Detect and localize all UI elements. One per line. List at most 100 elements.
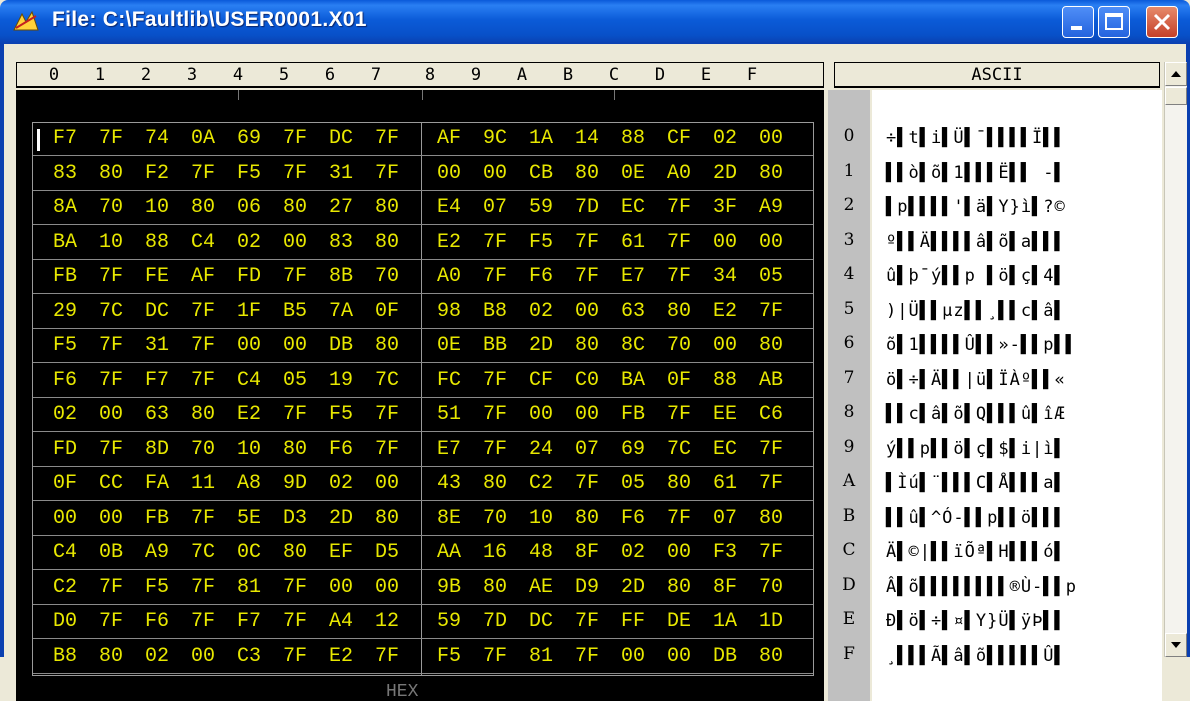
ascii-row[interactable]: Ä▌©|▌▌ïÕª▌H▌▌▌ó▌ [886, 542, 1066, 562]
hex-byte-cell[interactable]: 1D [747, 610, 795, 633]
hex-byte-cell[interactable]: C4 [225, 369, 273, 392]
hex-byte-cell[interactable]: 80 [655, 472, 703, 495]
hex-byte-cell[interactable]: 7F [363, 403, 411, 426]
hex-byte-cell[interactable]: 7F [271, 127, 319, 150]
hex-byte-cell[interactable]: 00 [701, 231, 749, 254]
hex-byte-cell[interactable]: 83 [317, 231, 365, 254]
hex-byte-cell[interactable]: 02 [133, 645, 181, 668]
hex-byte-cell[interactable]: DB [317, 334, 365, 357]
hex-byte-cell[interactable]: F5 [517, 231, 565, 254]
hex-byte-cell[interactable]: 1A [701, 610, 749, 633]
hex-byte-cell[interactable]: 88 [701, 369, 749, 392]
hex-byte-cell[interactable]: E2 [225, 403, 273, 426]
ascii-row[interactable]: ¸▌▌▌Ã▌â▌õ▌▌▌▌▌Û▌ [886, 646, 1066, 666]
hex-byte-cell[interactable]: 7C [363, 369, 411, 392]
hex-byte-cell[interactable]: 43 [425, 472, 473, 495]
hex-byte-cell[interactable]: 7F [363, 162, 411, 185]
hex-byte-cell[interactable]: 7D [471, 610, 519, 633]
hex-byte-cell[interactable]: F5 [225, 162, 273, 185]
hex-byte-cell[interactable]: 7F [271, 265, 319, 288]
hex-byte-cell[interactable]: 80 [179, 403, 227, 426]
hex-byte-cell[interactable]: 80 [563, 334, 611, 357]
hex-byte-cell[interactable]: 02 [225, 231, 273, 254]
hex-byte-cell[interactable]: 80 [271, 196, 319, 219]
hex-byte-cell[interactable]: 88 [609, 127, 657, 150]
hex-byte-cell[interactable]: 7F [87, 576, 135, 599]
hex-byte-cell[interactable]: E4 [425, 196, 473, 219]
ascii-row[interactable]: ý▌▌p▌▌ö▌ç▌$▌i|ì▌ [886, 439, 1066, 459]
hex-byte-cell[interactable]: 07 [471, 196, 519, 219]
hex-byte-cell[interactable]: 00 [317, 576, 365, 599]
hex-byte-cell[interactable]: 00 [363, 472, 411, 495]
vertical-scrollbar[interactable] [1164, 62, 1187, 657]
hex-byte-cell[interactable]: 61 [609, 231, 657, 254]
hex-byte-cell[interactable]: 8A [41, 196, 89, 219]
hex-byte-cell[interactable]: 7F [179, 369, 227, 392]
hex-byte-cell[interactable]: 0A [179, 127, 227, 150]
hex-byte-cell[interactable]: F5 [133, 576, 181, 599]
hex-byte-cell[interactable]: 81 [225, 576, 273, 599]
hex-byte-cell[interactable]: 80 [655, 576, 703, 599]
hex-byte-cell[interactable]: 0C [225, 541, 273, 564]
hex-byte-cell[interactable]: 00 [363, 576, 411, 599]
hex-byte-cell[interactable]: 05 [747, 265, 795, 288]
hex-byte-cell[interactable]: 1F [225, 300, 273, 323]
hex-byte-cell[interactable]: 5E [225, 507, 273, 530]
hex-byte-cell[interactable]: 02 [517, 300, 565, 323]
hex-byte-cell[interactable]: 8F [563, 541, 611, 564]
hex-byte-cell[interactable]: 80 [363, 507, 411, 530]
hex-byte-cell[interactable]: A8 [225, 472, 273, 495]
hex-byte-cell[interactable]: 7C [179, 541, 227, 564]
hex-byte-cell[interactable]: 7F [363, 127, 411, 150]
hex-byte-cell[interactable]: F6 [133, 610, 181, 633]
ascii-row[interactable]: º▌▌Ä▌▌▌▌â▌õ▌a▌▌▌ [886, 232, 1066, 252]
hex-byte-cell[interactable]: 80 [747, 162, 795, 185]
hex-byte-cell[interactable]: 34 [701, 265, 749, 288]
hex-byte-cell[interactable]: FB [609, 403, 657, 426]
close-button[interactable] [1146, 6, 1178, 38]
ascii-row[interactable]: Â▌õ▌▌▌▌▌▌▌▌®Ù-▌▌p [886, 577, 1077, 597]
hex-byte-cell[interactable]: 7F [179, 610, 227, 633]
hex-byte-cell[interactable]: 80 [747, 334, 795, 357]
hex-byte-cell[interactable]: 7F [655, 403, 703, 426]
hex-byte-cell[interactable]: 27 [317, 196, 365, 219]
hex-byte-cell[interactable]: 00 [747, 127, 795, 150]
hex-byte-cell[interactable]: 7F [563, 472, 611, 495]
hex-byte-cell[interactable]: 16 [471, 541, 519, 564]
hex-byte-cell[interactable]: F6 [41, 369, 89, 392]
hex-byte-cell[interactable]: E7 [425, 438, 473, 461]
hex-byte-cell[interactable]: 7D [563, 196, 611, 219]
hex-byte-cell[interactable]: 12 [363, 610, 411, 633]
hex-byte-cell[interactable]: EE [701, 403, 749, 426]
hex-byte-cell[interactable]: 9D [271, 472, 319, 495]
scroll-thumb[interactable] [1165, 87, 1187, 105]
hex-byte-cell[interactable]: 7F [87, 369, 135, 392]
minimize-button[interactable] [1062, 6, 1094, 38]
hex-byte-cell[interactable]: FB [133, 507, 181, 530]
hex-byte-cell[interactable]: 70 [87, 196, 135, 219]
ascii-row[interactable]: ▌▌û▌^Ó-▌▌p▌▌ö▌▌▌ [886, 508, 1066, 528]
title-bar[interactable]: File: C:\Faultlib\USER0001.X01 [0, 0, 1190, 44]
hex-byte-cell[interactable]: 7F [471, 231, 519, 254]
hex-byte-cell[interactable]: 59 [517, 196, 565, 219]
hex-byte-cell[interactable]: 80 [363, 196, 411, 219]
hex-byte-cell[interactable]: 10 [225, 438, 273, 461]
hex-byte-cell[interactable]: AA [425, 541, 473, 564]
hex-byte-cell[interactable]: 80 [87, 162, 135, 185]
hex-byte-cell[interactable]: FD [225, 265, 273, 288]
hex-byte-cell[interactable]: 02 [317, 472, 365, 495]
hex-byte-cell[interactable]: F6 [317, 438, 365, 461]
hex-byte-cell[interactable]: 48 [517, 541, 565, 564]
hex-byte-cell[interactable]: 0F [363, 300, 411, 323]
hex-byte-cell[interactable]: BA [609, 369, 657, 392]
hex-byte-cell[interactable]: 63 [609, 300, 657, 323]
hex-byte-cell[interactable]: B5 [271, 300, 319, 323]
hex-byte-cell[interactable]: 80 [471, 472, 519, 495]
hex-byte-cell[interactable]: 0E [425, 334, 473, 357]
hex-byte-cell[interactable]: 00 [517, 403, 565, 426]
hex-byte-cell[interactable]: 7F [179, 162, 227, 185]
hex-byte-cell[interactable]: 80 [747, 645, 795, 668]
hex-byte-cell[interactable]: 69 [225, 127, 273, 150]
hex-byte-cell[interactable]: 70 [363, 265, 411, 288]
hex-byte-cell[interactable]: F3 [701, 541, 749, 564]
